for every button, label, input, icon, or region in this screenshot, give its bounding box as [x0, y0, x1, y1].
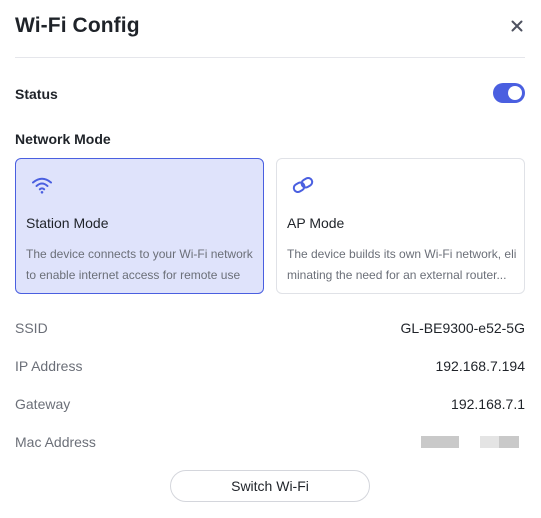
ssid-label: SSID: [15, 320, 48, 336]
dialog-title: Wi-Fi Config: [15, 14, 140, 37]
header-divider: [15, 57, 525, 58]
ap-mode-card[interactable]: AP Mode The device builds its own Wi-Fi …: [276, 158, 525, 294]
mac-address-redacted: [421, 436, 531, 448]
gateway-label: Gateway: [15, 396, 71, 412]
close-icon: [511, 20, 523, 32]
mac-address-row: Mac Address: [15, 434, 525, 454]
station-mode-title: Station Mode: [26, 215, 109, 231]
ssid-value: GL-BE9300-e52-5G: [400, 320, 525, 336]
status-toggle[interactable]: [493, 83, 525, 103]
link-icon: [292, 177, 314, 193]
ip-address-row: IP Address 192.168.7.194: [15, 358, 525, 378]
ip-address-label: IP Address: [15, 358, 83, 374]
ap-mode-description: The device builds its own Wi-Fi network,…: [287, 247, 517, 282]
switch-wifi-button[interactable]: Switch Wi-Fi: [170, 470, 370, 502]
mac-address-label: Mac Address: [15, 434, 96, 450]
ap-mode-title: AP Mode: [287, 215, 345, 231]
ssid-row: SSID GL-BE9300-e52-5G: [15, 320, 525, 340]
ip-address-value: 192.168.7.194: [435, 358, 525, 374]
status-label: Status: [15, 86, 58, 102]
network-mode-label: Network Mode: [15, 131, 111, 147]
wifi-config-dialog: Wi-Fi Config Status Network Mode Station…: [0, 0, 541, 518]
gateway-value: 192.168.7.1: [451, 396, 525, 412]
close-button[interactable]: [506, 15, 528, 37]
wifi-icon: [32, 177, 52, 194]
station-mode-card[interactable]: Station Mode The device connects to your…: [15, 158, 264, 294]
station-mode-description: The device connects to your Wi-Fi networ…: [26, 247, 253, 282]
toggle-knob: [508, 86, 522, 100]
gateway-row: Gateway 192.168.7.1: [15, 396, 525, 416]
